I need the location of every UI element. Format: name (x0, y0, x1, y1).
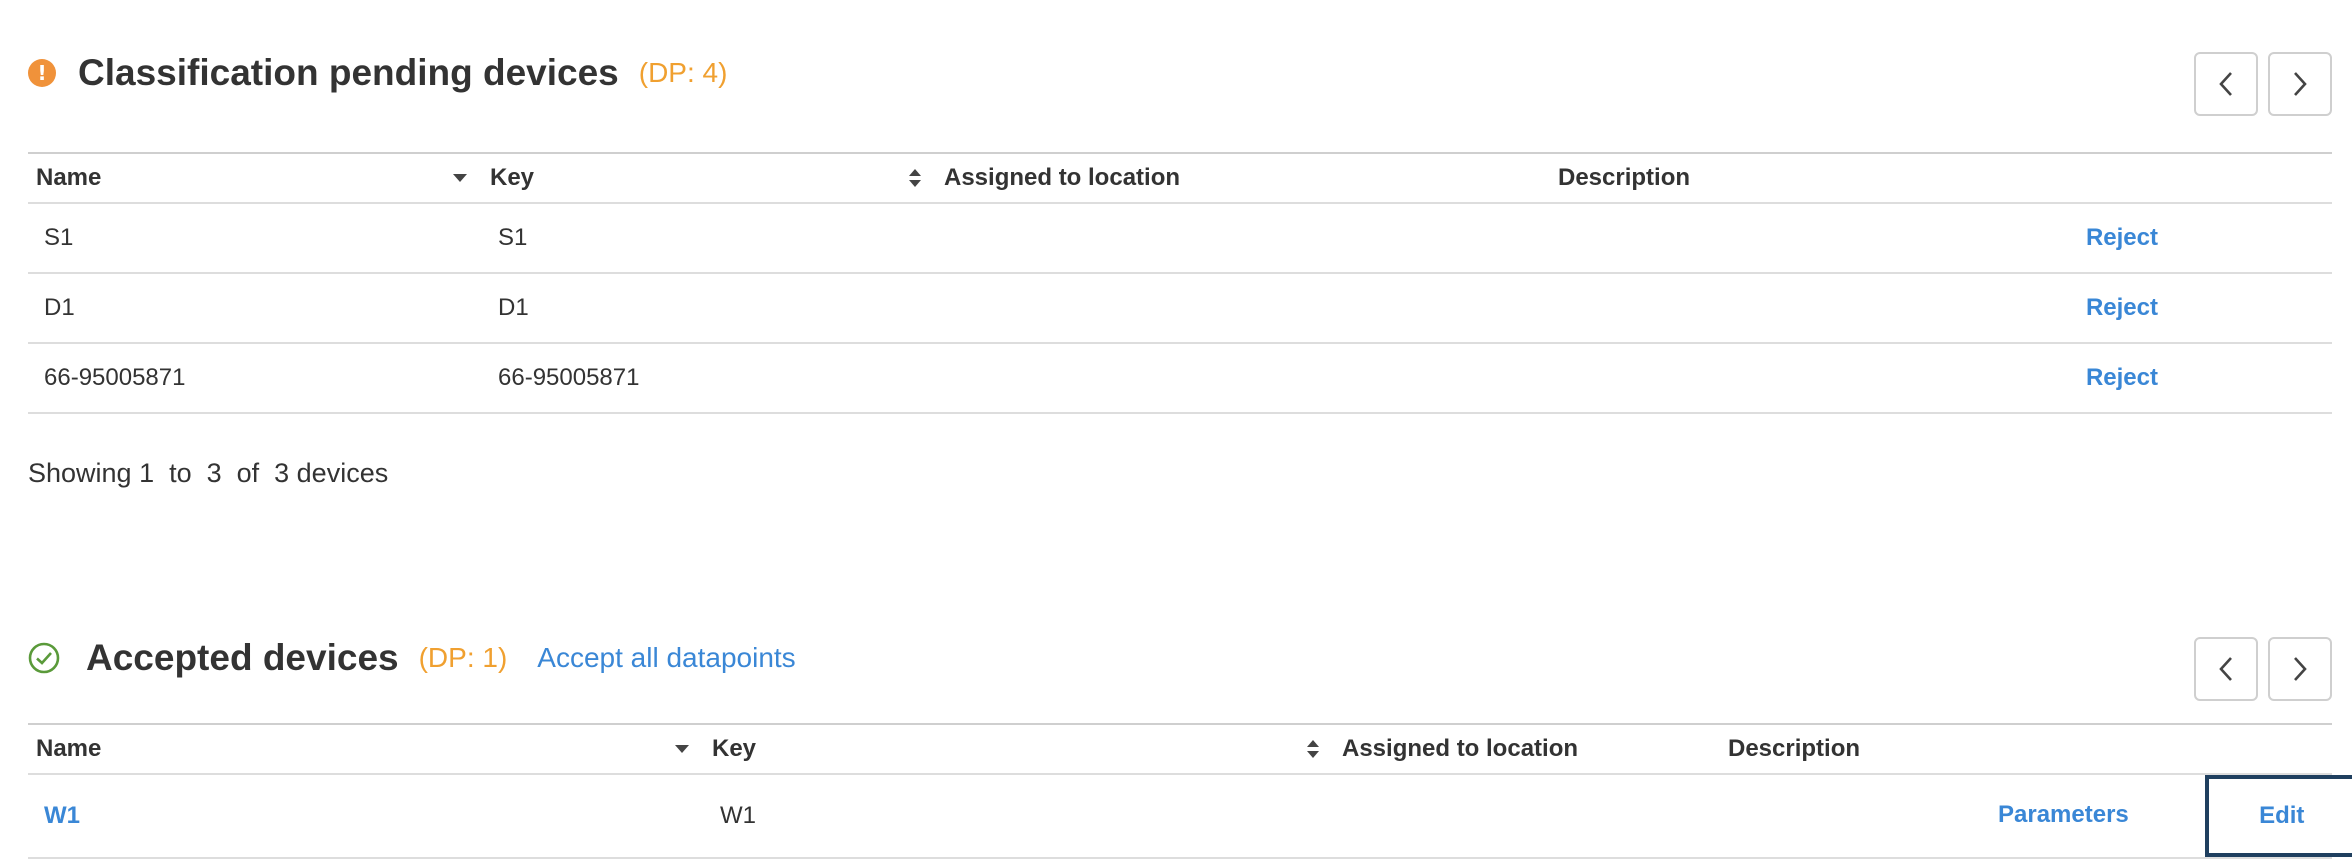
sort-icon (909, 169, 921, 187)
column-header-location: Assigned to location (1342, 735, 1579, 762)
column-header-name[interactable]: Name (28, 724, 704, 774)
cell-name: D1 (28, 273, 482, 344)
cell-key: W1 (704, 774, 1334, 859)
pending-pager (2194, 52, 2332, 116)
reject-button[interactable]: Reject (2086, 224, 2158, 252)
table-row: 66-95005871 66-95005871 Reject (28, 343, 2332, 414)
cell-actions: Reject (2046, 343, 2332, 414)
cell-description (1550, 343, 2046, 414)
accepted-title-row: Accepted devices (DP: 1) Accept all data… (28, 637, 796, 679)
chevron-right-icon (2294, 72, 2307, 96)
accept-all-datapoints-link[interactable]: Accept all datapoints (537, 642, 795, 674)
column-header-actions (2046, 153, 2332, 203)
cell-name: 66-95005871 (28, 343, 482, 414)
device-link-w1[interactable]: W1 (44, 802, 80, 829)
chevron-right-icon (2294, 657, 2307, 681)
page-title-accepted: Accepted devices (86, 637, 399, 678)
cell-name: W1 (28, 774, 704, 859)
accepted-header: Accepted devices (DP: 1) Accept all data… (28, 585, 2332, 737)
table-row: W1 W1 Parameters Edit (28, 774, 2352, 859)
parameters-button[interactable]: Parameters (1998, 801, 2129, 829)
pending-prev-button[interactable] (2194, 52, 2258, 116)
accepted-next-button[interactable] (2268, 637, 2332, 701)
edit-button[interactable]: Edit (2204, 775, 2352, 857)
cell-key: D1 (482, 273, 936, 344)
cell-key: 66-95005871 (482, 343, 936, 414)
cell-location (936, 343, 1550, 414)
cell-name: S1 (28, 203, 482, 274)
reject-button[interactable]: Reject (2086, 294, 2158, 322)
accepted-devices-section: Accepted devices (DP: 1) Accept all data… (28, 585, 2352, 859)
table-row: D1 D1 Reject (28, 273, 2332, 344)
pending-table: Name Key Assigned to location Descriptio… (28, 152, 2332, 414)
sort-desc-icon (675, 745, 689, 753)
accepted-dp-count: (DP: 1) (418, 642, 508, 673)
pending-table-header: Name Key Assigned to location Descriptio… (28, 153, 2332, 203)
column-header-name[interactable]: Name (28, 153, 482, 203)
column-header-description: Description (1558, 164, 1691, 191)
column-header-location: Assigned to location (944, 164, 1181, 191)
pending-devices-section: ! Classification pending devices (DP: 4)… (28, 0, 2332, 489)
sort-desc-icon (453, 174, 467, 182)
cell-description (1720, 774, 1982, 859)
chevron-left-icon (2219, 72, 2232, 96)
accepted-table-header: Name Key Assigned to location Descriptio… (28, 724, 2332, 774)
cell-location (1334, 774, 1720, 859)
chevron-left-icon (2219, 657, 2232, 681)
column-header-description: Description (1728, 735, 1861, 762)
column-header-actions (1982, 724, 2332, 774)
cell-key: S1 (482, 203, 936, 274)
column-header-key[interactable]: Key (704, 724, 1334, 774)
check-circle-icon (28, 642, 60, 674)
pending-next-button[interactable] (2268, 52, 2332, 116)
page-title-pending: Classification pending devices (78, 52, 619, 93)
accepted-table: Name Key Assigned to location Descriptio… (28, 723, 2352, 859)
exclamation-circle-icon: ! (28, 59, 56, 87)
accepted-pager (2194, 637, 2332, 701)
pagination-info: Showing 1 to 3 of 3 devices (28, 458, 389, 488)
cell-location (936, 273, 1550, 344)
reject-button[interactable]: Reject (2086, 364, 2158, 392)
accepted-prev-button[interactable] (2194, 637, 2258, 701)
pending-header: ! Classification pending devices (DP: 4) (28, 0, 2332, 152)
cell-description (1550, 273, 2046, 344)
pending-dp-count: (DP: 4) (638, 57, 728, 88)
cell-actions: Reject (2046, 273, 2332, 344)
cell-actions: Parameters Edit (1982, 774, 2352, 859)
table-row: S1 S1 Reject (28, 203, 2332, 274)
sort-icon (1307, 740, 1319, 758)
cell-location (936, 203, 1550, 274)
cell-actions: Reject (2046, 203, 2332, 274)
pending-title-row: ! Classification pending devices (DP: 4) (28, 52, 727, 94)
cell-description (1550, 203, 2046, 274)
column-header-key[interactable]: Key (482, 153, 936, 203)
